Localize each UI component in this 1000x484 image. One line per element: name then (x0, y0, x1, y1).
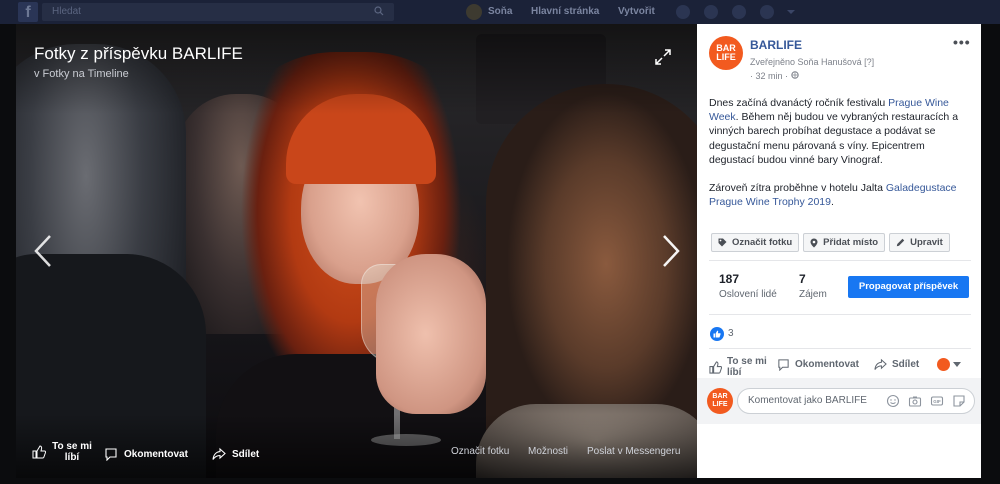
post-time[interactable]: · 32 min · (750, 71, 788, 81)
post-text-fragment: . (831, 196, 834, 209)
gif-icon[interactable]: GIF (930, 394, 944, 408)
post-text-fragment: Dnes začíná dvanáctý ročník festivalu (709, 97, 889, 109)
tag-photo-link[interactable]: Označit fotku (451, 446, 509, 457)
page-avatar[interactable]: BAR LIFE (709, 36, 743, 70)
sticker-icon[interactable] (952, 394, 966, 408)
share-icon (874, 358, 887, 370)
search-icon[interactable] (374, 6, 384, 16)
page-name-link[interactable]: BARLIFE (750, 38, 802, 52)
avatar-text-bottom: LIFE (716, 52, 736, 62)
tag-photo-button[interactable]: Označit fotku (711, 233, 800, 252)
comment-input[interactable]: Komentovat jako BARLIFE GIF (737, 388, 975, 414)
friends-icon[interactable] (676, 5, 690, 19)
caret-icon[interactable] (786, 5, 796, 19)
photo-hand (376, 254, 486, 414)
edit-button[interactable]: Upravit (889, 233, 950, 252)
like-label-line1: To se mi (727, 356, 767, 367)
reach-value: 187 (719, 272, 740, 286)
reactions-count[interactable]: 3 (728, 328, 734, 339)
messenger-icon[interactable] (704, 5, 718, 19)
share-label: Sdílet (892, 359, 920, 370)
comment-button[interactable]: Okomentovat (777, 358, 859, 371)
post-text: Dnes začíná dvanáctý ročník festivalu Pr… (709, 96, 971, 209)
more-options-icon[interactable]: ••• (953, 34, 971, 50)
send-messenger-link[interactable]: Poslat v Messengeru (587, 446, 680, 457)
post-text-fragment: . Během něj budou ve vybraných restaurac… (709, 111, 959, 166)
promote-post-button[interactable]: Propagovat příspěvek (848, 276, 969, 298)
actor-avatar (937, 358, 950, 371)
like-label-line2: líbí (727, 367, 742, 378)
camera-icon[interactable] (908, 394, 922, 408)
comment-label: Okomentovat (795, 359, 859, 370)
photo-title: Fotky z příspěvku BARLIFE (34, 44, 243, 63)
user-avatar[interactable] (466, 4, 482, 20)
engagement-value: 7 (799, 272, 806, 286)
tag-photo-label: Označit fotku (732, 237, 793, 248)
comment-icon (105, 448, 117, 461)
location-pin-icon (810, 238, 818, 247)
options-link[interactable]: Možnosti (528, 446, 568, 457)
commenter-avatar: BAR LIFE (707, 388, 733, 414)
expand-icon[interactable] (654, 48, 672, 66)
share-button[interactable]: Sdílet (874, 358, 919, 371)
photo-share-button[interactable]: Sdílet (212, 444, 259, 464)
avatar-text-bottom: LIFE (712, 401, 728, 408)
post-panel: BAR LIFE BARLIFE Zveřejněno Soňa Hanušov… (697, 24, 981, 478)
post-paragraph-1: Dnes začíná dvanáctý ročník festivalu Pr… (709, 96, 971, 167)
divider (709, 260, 971, 261)
globe-icon[interactable] (790, 71, 799, 79)
published-by[interactable]: Zveřejněno Soňa Hanušová (750, 57, 862, 67)
add-place-button[interactable]: Přidat místo (803, 233, 886, 252)
album-link[interactable]: v Fotky na Timeline (34, 68, 129, 80)
like-reaction-icon[interactable] (710, 327, 724, 341)
photo-share-label: Sdílet (232, 448, 260, 460)
svg-text:GIF: GIF (933, 399, 941, 404)
photo-viewer[interactable]: Fotky z příspěvku BARLIFE v Fotky na Tim… (16, 24, 697, 478)
caret-down-icon (953, 362, 961, 367)
photo-comment-label: Okomentovat (124, 448, 188, 460)
reach-label: Oslovení lidé (719, 289, 777, 300)
post-meta: Zveřejněno Soňa Hanušová [?] · 32 min · (750, 55, 874, 83)
thumbs-up-icon (709, 360, 722, 374)
search-input[interactable]: Hledat (42, 3, 394, 21)
engagement-label: Zájem (799, 289, 827, 300)
search-placeholder: Hledat (52, 6, 81, 17)
nav-profile-link[interactable]: Soňa (488, 6, 512, 17)
notifications-icon[interactable] (732, 5, 746, 19)
published-help[interactable]: [?] (864, 57, 874, 67)
photo-comment-button[interactable]: Okomentovat (104, 444, 188, 464)
like-button[interactable]: To se mi líbí (709, 356, 767, 378)
share-icon (212, 447, 226, 460)
tag-icon (718, 238, 727, 247)
emoji-icon[interactable] (886, 394, 900, 408)
next-photo-icon[interactable] (660, 234, 682, 268)
nav-create-link[interactable]: Vytvořit (618, 6, 655, 17)
facebook-top-bar: f Hledat Soňa Hlavní stránka Vytvořit (0, 0, 1000, 24)
photo-like-button[interactable]: To se mi líbí (32, 441, 92, 463)
comment-icon (778, 359, 789, 371)
like-label: To se mi líbí (727, 356, 767, 378)
divider (709, 348, 971, 349)
divider (709, 314, 971, 315)
post-text-fragment: Zároveň zítra proběhne v hotelu Jalta (709, 182, 886, 195)
thumbs-up-icon (32, 445, 46, 459)
avatar-text-top: BAR (712, 393, 728, 400)
help-icon[interactable] (760, 5, 774, 19)
facebook-logo[interactable]: f (18, 2, 38, 22)
nav-home-link[interactable]: Hlavní stránka (531, 6, 599, 17)
pencil-icon (896, 238, 905, 247)
edit-label: Upravit (910, 237, 943, 248)
photo-like-label: To se mi líbí (52, 441, 92, 463)
actor-selector[interactable] (937, 358, 961, 371)
post-paragraph-2: Zároveň zítra proběhne v hotelu Jalta Ga… (709, 181, 971, 209)
comment-placeholder: Komentovat jako BARLIFE (748, 395, 867, 406)
photo-edit-buttons: Označit fotku Přidat místo Upravit (711, 233, 954, 252)
add-place-label: Přidat místo (823, 237, 879, 248)
previous-photo-icon[interactable] (32, 234, 54, 268)
